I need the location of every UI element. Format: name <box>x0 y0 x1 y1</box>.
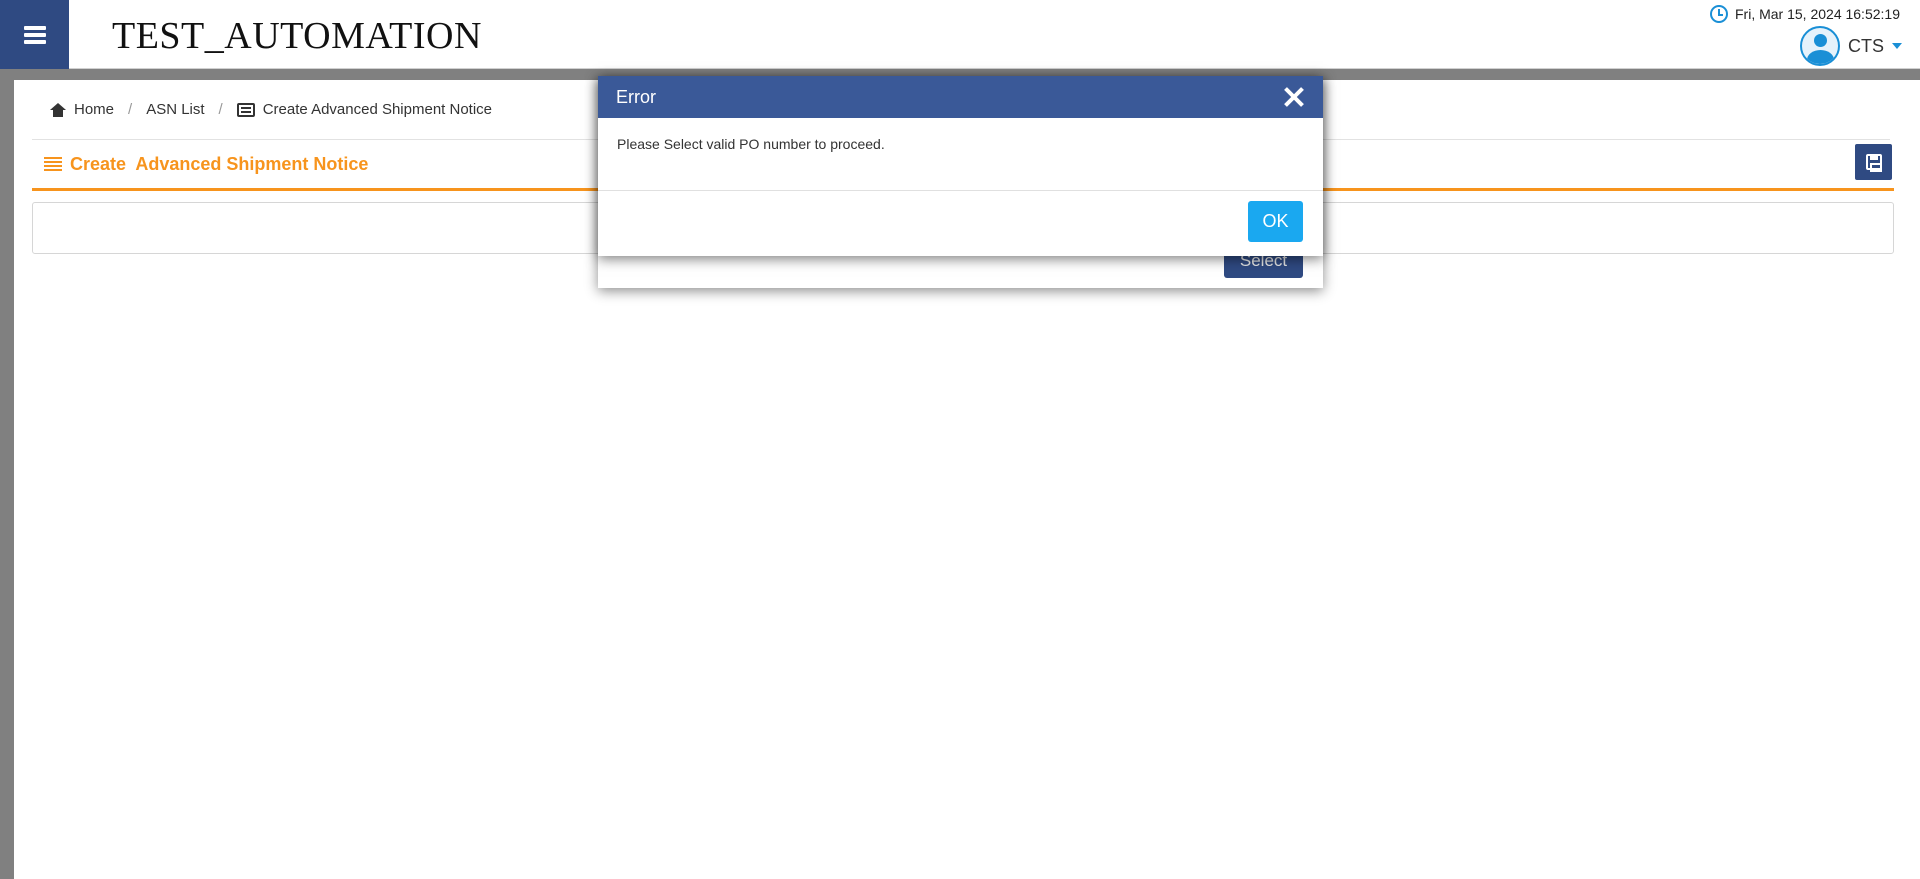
home-icon <box>50 102 66 117</box>
close-icon[interactable] <box>1283 86 1305 108</box>
dialog-title: Error <box>616 86 656 107</box>
hamburger-icon <box>23 25 46 44</box>
app-title: TEST_AUTOMATION <box>112 15 482 57</box>
dialog-message: Please Select valid PO number to proceed… <box>598 118 1323 191</box>
menu-button[interactable] <box>0 0 69 69</box>
dialog-header: Error <box>598 76 1323 118</box>
save-icon <box>1865 154 1882 172</box>
breadcrumb-home[interactable]: Home <box>50 101 114 118</box>
breadcrumb-separator: / <box>128 101 133 118</box>
datetime-display: Fri, Mar 15, 2024 16:52:19 <box>1710 5 1900 23</box>
breadcrumb-home-label: Home <box>74 101 115 118</box>
clock-icon <box>1710 5 1728 23</box>
list-page-icon <box>236 102 255 117</box>
breadcrumb-asn-list-label: ASN List <box>146 101 205 118</box>
breadcrumb-current: Create Advanced Shipment Notice <box>236 101 493 118</box>
dialog-footer: OK <box>598 191 1323 256</box>
breadcrumb-current-label: Create Advanced Shipment Notice <box>262 101 493 118</box>
user-menu[interactable]: CTS <box>1800 26 1902 66</box>
ok-button[interactable]: OK <box>1248 201 1303 242</box>
datetime-text: Fri, Mar 15, 2024 16:52:19 <box>1735 6 1900 22</box>
list-icon <box>44 157 62 171</box>
user-name: CTS <box>1848 35 1884 56</box>
avatar <box>1800 26 1840 66</box>
top-bar: TEST_AUTOMATION Fri, Mar 15, 2024 16:52:… <box>0 0 1920 69</box>
error-dialog: Error Please Select valid PO number to p… <box>598 76 1323 256</box>
caret-down-icon <box>1892 43 1902 49</box>
section-title: Create Advanced Shipment Notice <box>70 153 369 174</box>
save-button[interactable] <box>1855 144 1892 180</box>
breadcrumb-asn-list[interactable]: ASN List <box>146 101 204 118</box>
breadcrumb-separator: / <box>218 101 223 118</box>
